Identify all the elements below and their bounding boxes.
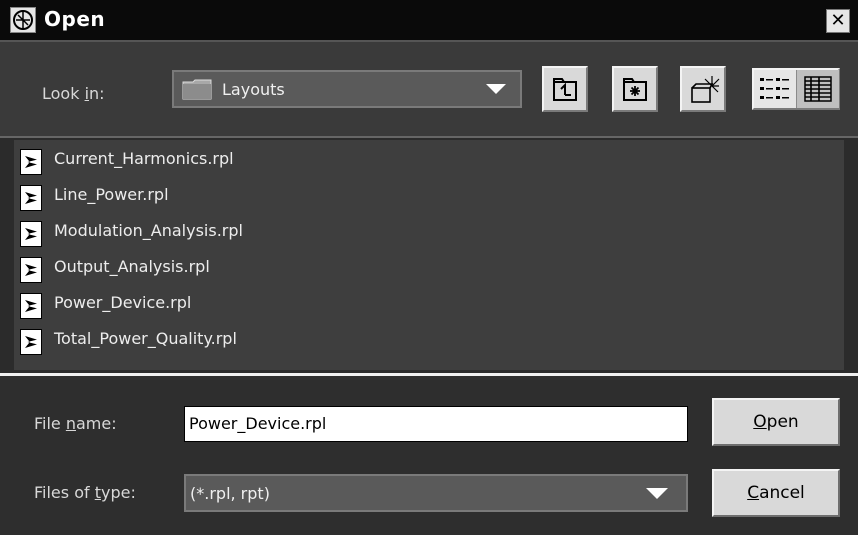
file-list[interactable]: Current_Harmonics.rpl Line_Power.rpl Mod… [14,140,844,370]
file-name-label: Total_Power_Quality.rpl [54,329,237,348]
files-of-type-dropdown[interactable]: (*.rpl, rpt) [184,474,688,512]
open-button[interactable]: Open [712,398,840,446]
home-folder-button[interactable] [612,66,658,112]
document-icon [20,293,42,319]
window-title: Open [44,7,106,31]
look-in-value: Layouts [222,80,285,99]
file-list-item[interactable]: Current_Harmonics.rpl [20,142,620,178]
title-bar: Open ✕ [0,0,858,42]
file-selection-panel: File name: Power_Device.rpl Files of typ… [0,376,858,535]
view-toggle [752,68,840,110]
chevron-down-icon[interactable] [486,84,506,94]
details-view-icon [804,76,832,102]
look-in-toolbar: Look in: Layouts [0,42,858,138]
cancel-button[interactable]: Cancel [712,469,840,517]
files-of-type-label: Files of type: [34,483,136,502]
document-icon [20,221,42,247]
files-of-type-value: (*.rpl, rpt) [190,484,270,503]
file-list-item[interactable]: Total_Power_Quality.rpl [20,322,620,358]
look-in-dropdown[interactable]: Layouts [172,70,522,108]
details-view-button[interactable] [796,70,839,108]
document-icon [20,149,42,175]
file-name-label-text: File name: [34,414,117,433]
chevron-down-icon[interactable] [646,488,668,499]
file-list-item[interactable]: Line_Power.rpl [20,178,620,214]
file-name-label: Power_Device.rpl [54,293,192,312]
file-name-input[interactable]: Power_Device.rpl [184,406,688,442]
file-list-item[interactable]: Modulation_Analysis.rpl [20,214,620,250]
file-list-item[interactable]: Power_Device.rpl [20,286,620,322]
new-folder-button[interactable] [680,66,726,112]
file-name-label: Output_Analysis.rpl [54,257,210,276]
document-icon [20,257,42,283]
file-name-label: Modulation_Analysis.rpl [54,221,243,240]
folder-icon [182,79,212,100]
document-icon [20,185,42,211]
up-one-level-button[interactable] [542,66,588,112]
file-list-item[interactable]: Output_Analysis.rpl [20,250,620,286]
file-name-label: Line_Power.rpl [54,185,169,204]
app-icon [10,7,36,33]
look-in-label: Look in: [42,84,105,103]
list-view-button[interactable] [754,70,796,108]
up-one-level-icon [553,78,577,101]
home-folder-icon [623,78,647,101]
new-folder-icon [691,76,720,103]
list-view-icon [760,78,789,99]
document-icon [20,329,42,355]
file-name-label: Current_Harmonics.rpl [54,149,234,168]
close-button[interactable]: ✕ [826,9,850,33]
